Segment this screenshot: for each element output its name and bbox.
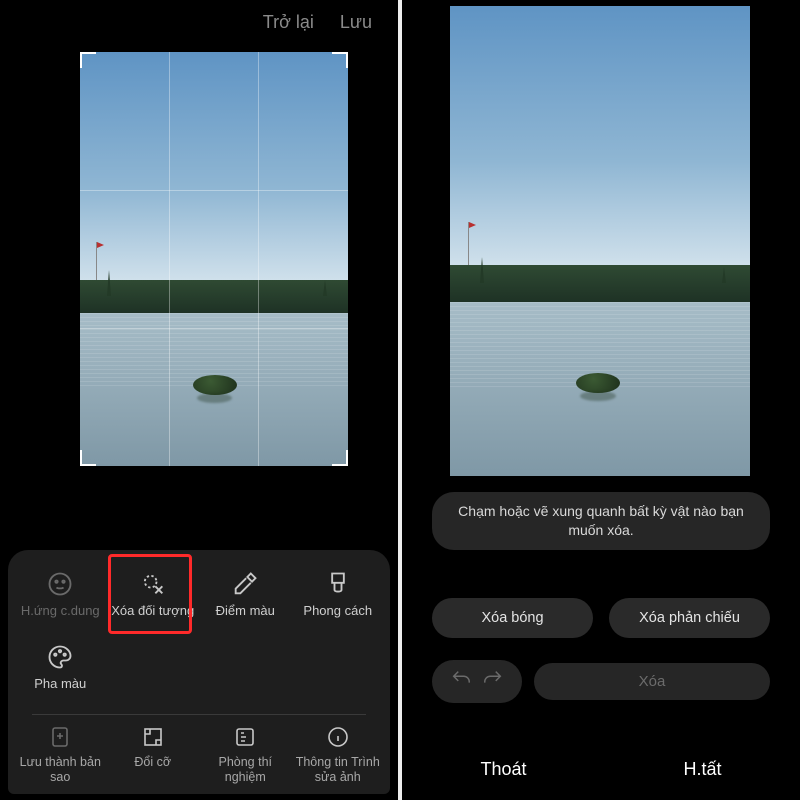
lab-icon [233,725,257,749]
save-button[interactable]: Lưu [340,12,372,33]
crop-handle-br[interactable] [332,450,348,466]
exit-button[interactable]: Thoát [480,759,526,780]
erase-options-row: Xóa bóng Xóa phản chiếu [432,598,770,638]
bottom-label: Đổi cỡ [134,755,171,769]
tool-label: Xóa đối tượng [111,604,194,619]
tool-color-mix[interactable]: Pha màu [14,637,107,698]
phone-left: Trở lại Lưu H.ứng c.dung [0,0,398,800]
tool-label: Điểm màu [216,604,275,619]
resize-icon [141,725,165,749]
tool-portrait-effect[interactable]: H.ứng c.dung [14,564,107,625]
tool-style[interactable]: Phong cách [292,564,385,625]
undo-icon[interactable] [450,668,472,695]
info-icon [326,725,350,749]
eyedropper-icon [231,570,259,598]
brush-icon [324,570,352,598]
resize[interactable]: Đổi cỡ [107,725,200,784]
delete-button[interactable]: Xóa [534,663,770,700]
save-copy-icon [48,725,72,749]
footer-actions: Thoát H.tất [402,759,800,780]
crop-handle-tl[interactable] [80,52,96,68]
editor-info[interactable]: Thông tin Trình sửa ảnh [292,725,385,784]
bottom-label: Lưu thành bản sao [14,755,107,784]
phone-right: Chạm hoặc vẽ xung quanh bất kỳ vật nào b… [402,0,800,800]
done-button[interactable]: H.tất [683,759,721,780]
erase-icon [139,570,167,598]
face-icon [46,570,74,598]
bottom-label: Thông tin Trình sửa ảnh [292,755,385,784]
panel-separator [32,714,366,715]
tool-spot-color[interactable]: Điểm màu [199,564,292,625]
tool-label: Pha màu [34,677,86,692]
erase-reflection-button[interactable]: Xóa phản chiếu [609,598,770,638]
image-canvas[interactable] [450,6,750,476]
crop-canvas[interactable] [80,52,348,466]
erase-shadow-button[interactable]: Xóa bóng [432,598,593,638]
tool-label: H.ứng c.dung [21,604,100,619]
lab[interactable]: Phòng thí nghiệm [199,725,292,784]
redo-icon[interactable] [482,668,504,695]
back-button[interactable]: Trở lại [263,12,314,33]
bottom-label: Phòng thí nghiệm [199,755,292,784]
hint-text: Chạm hoặc vẽ xung quanh bất kỳ vật nào b… [458,503,744,538]
palette-icon [46,643,74,671]
crop-handle-bl[interactable] [80,450,96,466]
hint-bubble: Chạm hoặc vẽ xung quanh bất kỳ vật nào b… [432,492,770,550]
undo-redo-group [432,660,522,703]
history-row: Xóa [432,660,770,703]
save-as-copy[interactable]: Lưu thành bản sao [14,725,107,784]
tool-erase-object[interactable]: Xóa đối tượng [107,564,200,625]
tool-label: Phong cách [303,604,372,619]
tools-panel: H.ứng c.dung Xóa đối tượng Điểm màu Phon… [8,550,390,794]
editor-header: Trở lại Lưu [0,0,398,44]
crop-handle-tr[interactable] [332,52,348,68]
